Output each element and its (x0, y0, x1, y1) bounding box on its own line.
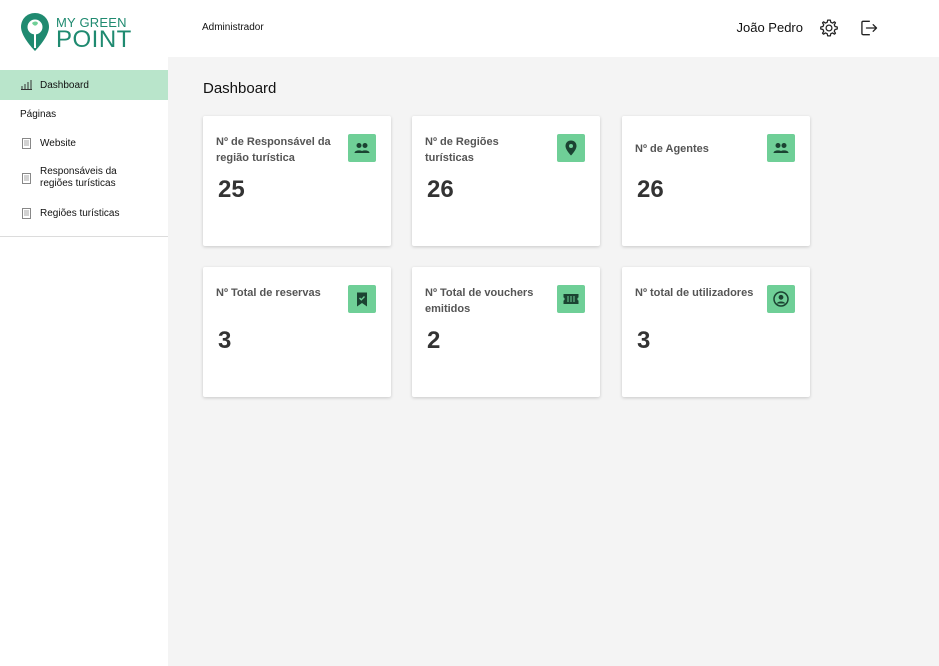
page-title: Dashboard (203, 80, 277, 97)
top-bar: Administrador João Pedro (168, 0, 939, 57)
stat-card-label: Nº total de utilizadores (635, 287, 754, 299)
app-logo[interactable]: MY GREEN POINT (20, 12, 150, 54)
stat-card-agentes: Nº de Agentes 26 (622, 116, 810, 246)
stat-card-responsaveis: Nº de Responsável da região turística 25 (203, 116, 391, 246)
stat-card-regioes: Nº de Regiões turísticas 26 (412, 116, 600, 246)
document-icon (20, 172, 32, 184)
ticket-icon (557, 285, 585, 313)
sidebar-item-regioes[interactable]: Regiões turísticas (0, 198, 168, 228)
bar-chart-icon (20, 79, 32, 91)
sidebar-item-label: Regiões turísticas (40, 207, 120, 219)
stat-card-vouchers: Nº Total de vouchers emitidos 2 (412, 267, 600, 397)
document-icon (20, 207, 32, 219)
sidebar-nav: Dashboard Páginas Website Responsáveis d… (0, 70, 168, 237)
stat-card-value: 26 (637, 176, 664, 203)
stat-card-value: 3 (637, 327, 651, 354)
sidebar-item-website[interactable]: Website (0, 128, 168, 158)
sidebar-item-responsaveis[interactable]: Responsáveis da regiões turísticas (0, 158, 168, 198)
bookmark-check-icon (348, 285, 376, 313)
stat-card-value: 26 (427, 176, 454, 203)
logout-icon[interactable] (859, 18, 879, 38)
logo-text-bottom: POINT (56, 26, 132, 53)
people-icon (767, 134, 795, 162)
sidebar-item-label: Dashboard (40, 79, 89, 91)
stat-card-label: Nº Total de reservas (216, 287, 321, 299)
stat-card-reservas: Nº Total de reservas 3 (203, 267, 391, 397)
sidebar-section-pages: Páginas (20, 108, 57, 120)
people-icon (348, 134, 376, 162)
stat-card-label: Nº de Regiões turísticas (425, 136, 499, 164)
stat-card-utilizadores: Nº total de utilizadores 3 (622, 267, 810, 397)
stat-card-label: Nº de Agentes (635, 143, 709, 155)
stat-card-value: 3 (218, 327, 232, 354)
user-circle-icon (767, 285, 795, 313)
stat-card-label: Nº de Responsável da região turística (216, 136, 331, 164)
sidebar-item-label: Website (40, 137, 76, 149)
document-icon (20, 137, 32, 149)
sidebar-item-label: Responsáveis da regiões turísticas (40, 166, 117, 189)
user-name[interactable]: João Pedro (737, 20, 804, 35)
gear-icon[interactable] (819, 18, 839, 38)
stat-card-value: 25 (218, 176, 245, 203)
location-pin-logo-icon (21, 13, 49, 51)
sidebar-item-dashboard[interactable]: Dashboard (0, 70, 168, 100)
location-pin-icon (557, 134, 585, 162)
stat-card-value: 2 (427, 327, 441, 354)
user-role: Administrador (202, 22, 264, 33)
stat-card-label: Nº Total de vouchers emitidos (425, 287, 534, 315)
sidebar: MY GREEN POINT Dashboard Páginas Website… (0, 0, 168, 666)
